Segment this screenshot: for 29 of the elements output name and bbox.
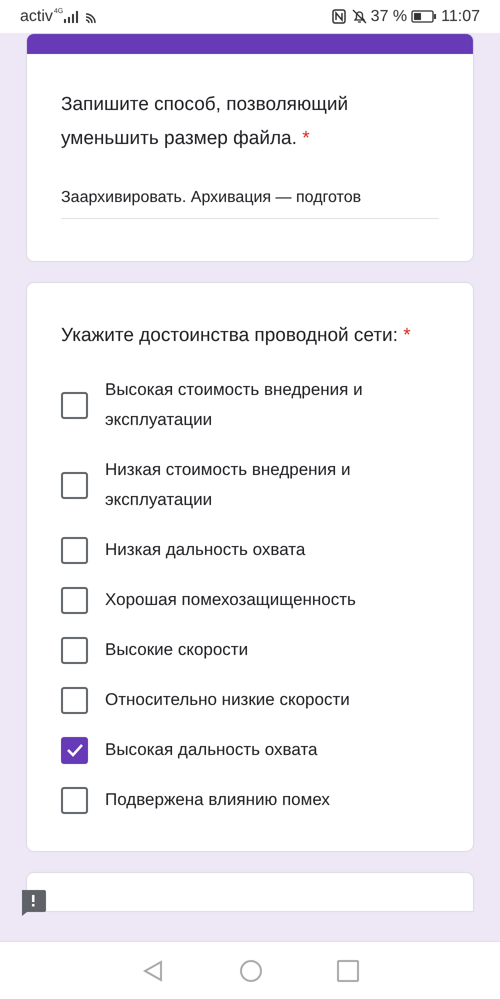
checkbox[interactable] <box>61 736 88 764</box>
check-icon <box>66 743 84 757</box>
signal-icon <box>64 10 78 22</box>
nfc-icon <box>332 9 346 24</box>
bell-off-icon <box>352 9 367 24</box>
question-title: Запишите способ, позволяющий уменьшить размер файла. * <box>61 93 350 151</box>
option-label: Высокая стоимость внедрения и эксплуатации <box>105 379 364 431</box>
answer-field[interactable]: Заархивировать. Архивация — подготов <box>61 186 439 219</box>
battery-percent: 37 % <box>370 6 408 26</box>
option-label: Хорошая помехозащищенность <box>105 589 356 611</box>
feedback-icon[interactable] <box>19 888 47 916</box>
option-label: Низкая дальность охвата <box>105 539 306 561</box>
checkbox[interactable] <box>61 586 88 614</box>
wifi-icon <box>84 10 98 22</box>
checkbox[interactable] <box>61 636 88 664</box>
option-label: Высокие скорости <box>105 639 248 661</box>
option-label: Подвержена влиянию помех <box>105 789 330 811</box>
checkbox[interactable] <box>61 392 88 418</box>
battery-icon <box>411 10 438 23</box>
carrier-name: activ <box>20 6 53 26</box>
question-title: Укажите достоинства проводной сети: * <box>61 324 412 348</box>
clock-time: 11:07 <box>441 6 480 26</box>
checkbox[interactable] <box>61 786 88 814</box>
option-label: Высокая дальность охвата <box>105 739 318 761</box>
checkbox[interactable] <box>61 472 88 498</box>
checkbox[interactable] <box>61 536 88 564</box>
option-label: Относительно низкие скорости <box>105 689 350 711</box>
checkbox[interactable] <box>61 686 88 714</box>
option-label: Низкая стоимость внедрения и эксплуатации <box>105 459 352 511</box>
